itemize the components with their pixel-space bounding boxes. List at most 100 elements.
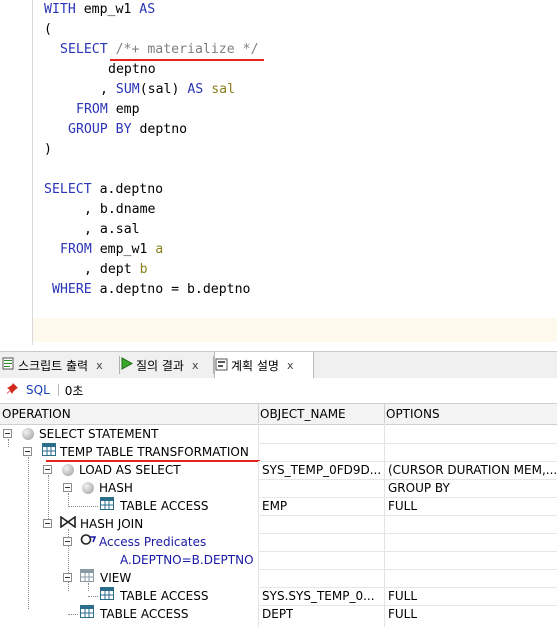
operation-cell: HASH: [99, 481, 133, 495]
plan-row[interactable]: Access Predicates: [0, 533, 557, 551]
tab-label: 질의 결과: [136, 358, 184, 373]
table-icon: [42, 443, 56, 461]
keyword: SELECT: [44, 182, 92, 197]
operation-cell: LOAD AS SELECT: [79, 463, 181, 477]
table-icon: [100, 587, 114, 605]
plan-row[interactable]: HASH JOIN: [0, 515, 557, 533]
results-tab-bar: 스크립트 출력 x 질의 결과 x 계획 설명 x: [0, 351, 557, 379]
table-icon: [100, 497, 114, 515]
keyword: AS: [139, 2, 156, 17]
collapse-toggle[interactable]: [43, 465, 52, 474]
tab-close-button[interactable]: x: [96, 359, 103, 372]
code-line-2: (: [44, 20, 52, 40]
pin-icon[interactable]: [6, 382, 19, 398]
keyword: GROUP BY: [68, 122, 132, 137]
collapse-toggle[interactable]: [63, 537, 72, 546]
sql-editor[interactable]: WITH emp_w1 AS ( SELECT /*+ materialize …: [0, 0, 557, 345]
code-text: deptno: [131, 122, 188, 137]
operation-cell: SELECT STATEMENT: [39, 427, 159, 441]
plan-row[interactable]: SELECT STATEMENT: [0, 425, 557, 443]
plan-node-icon: [22, 428, 34, 440]
tab-explain-plan[interactable]: 계획 설명 x: [214, 352, 314, 379]
code-line-12: FROM emp_w1 a: [60, 240, 163, 260]
code-line-7: GROUP BY deptno: [68, 120, 187, 140]
collapse-toggle[interactable]: [3, 429, 12, 438]
code-text: ,: [100, 82, 116, 97]
tab-label: 스크립트 출력: [18, 358, 89, 373]
elapsed-time: 0초: [64, 383, 84, 398]
current-line-highlight: [33, 318, 557, 342]
tree-branch: [68, 614, 78, 615]
plan-row[interactable]: TABLE ACCESS EMP FULL: [0, 497, 557, 515]
keyword: WITH: [44, 2, 76, 17]
tree-branch: [68, 506, 98, 507]
options-cell: FULL: [388, 589, 418, 603]
keyword: FROM: [60, 242, 92, 257]
plan-node-icon: [62, 464, 74, 476]
code-text: emp_w1: [75, 2, 140, 17]
code-text: a.deptno = b.deptno: [91, 282, 251, 297]
options-cell: FULL: [388, 499, 418, 513]
object-name-cell: DEPT: [262, 607, 294, 621]
plan-toolbar: SQL 0초: [0, 378, 557, 402]
toolbar-separator: [57, 384, 59, 396]
tab-script-output[interactable]: 스크립트 출력 x: [2, 352, 120, 378]
predicate-icon: [80, 533, 97, 551]
code-line-14: WHERE a.deptno = b.deptno: [52, 280, 251, 300]
plan-row[interactable]: TEMP TABLE TRANSFORMATION: [0, 443, 557, 461]
collapse-toggle[interactable]: [23, 447, 32, 456]
options-cell: FULL: [388, 607, 418, 621]
code-text: emp_w1: [91, 242, 156, 257]
code-text: , dept: [84, 262, 140, 277]
tab-close-button[interactable]: x: [192, 359, 199, 372]
code-text: a.deptno: [91, 182, 164, 197]
plan-row[interactable]: A.DEPTNO=B.DEPTNO: [0, 551, 557, 569]
options-cell: GROUP BY: [388, 481, 450, 495]
code-line-8: ): [44, 140, 52, 160]
tab-label: 계획 설명: [231, 359, 279, 373]
column-header-options[interactable]: OPTIONS: [384, 404, 557, 424]
plan-row[interactable]: LOAD AS SELECT SYS_TEMP_0FD9D... (CURSOR…: [0, 461, 557, 479]
editor-gutter: [32, 0, 33, 345]
code-text: , a.sal: [84, 222, 140, 237]
predicate-text: A.DEPTNO=B.DEPTNO: [120, 553, 254, 567]
plan-node-icon: [82, 482, 94, 494]
keyword: SELECT: [60, 42, 108, 57]
table-alias: a: [155, 242, 164, 257]
options-cell: (CURSOR DURATION MEM,...: [388, 463, 557, 477]
code-line-13: , dept b: [84, 260, 148, 280]
column-header-operation[interactable]: OPERATION: [0, 404, 259, 424]
code-line-10: , b.dname: [84, 200, 155, 220]
tab-query-result[interactable]: 질의 결과 x: [120, 352, 214, 378]
script-output-icon: [2, 357, 15, 373]
operation-cell: TABLE ACCESS: [120, 499, 209, 513]
operation-cell: TABLE ACCESS: [120, 589, 209, 603]
code-text: ): [44, 142, 52, 157]
explain-plan-icon: [215, 358, 228, 374]
table-icon: [80, 605, 94, 623]
operation-cell: HASH JOIN: [80, 517, 144, 531]
code-text: (: [44, 22, 52, 37]
collapse-toggle[interactable]: [43, 519, 52, 528]
code-line-9: SELECT a.deptno: [44, 180, 163, 200]
tab-close-button[interactable]: x: [287, 359, 294, 372]
operation-cell: TEMP TABLE TRANSFORMATION: [60, 445, 249, 459]
plan-row[interactable]: VIEW: [0, 569, 557, 587]
column-header-object-name[interactable]: OBJECT_NAME: [258, 404, 385, 424]
plan-row[interactable]: HASH GROUP BY: [0, 479, 557, 497]
collapse-toggle[interactable]: [63, 483, 72, 492]
collapse-toggle[interactable]: [63, 573, 72, 582]
plan-row[interactable]: TABLE ACCESS DEPT FULL: [0, 605, 557, 623]
code-text: deptno: [108, 62, 156, 77]
keyword: FROM: [76, 102, 108, 117]
sql-button[interactable]: SQL: [26, 383, 50, 397]
view-icon: [80, 569, 94, 587]
table-alias: b: [139, 262, 148, 277]
hint-comment: /*+ materialize */: [115, 42, 259, 57]
code-line-11: , a.sal: [84, 220, 140, 240]
keyword: AS: [187, 82, 204, 97]
object-name-cell: SYS_TEMP_0FD9D...: [262, 463, 382, 477]
code-text: , b.dname: [84, 202, 156, 217]
plan-row[interactable]: TABLE ACCESS SYS.SYS_TEMP_0... FULL: [0, 587, 557, 605]
code-line-3: SELECT /*+ materialize */: [60, 40, 259, 60]
